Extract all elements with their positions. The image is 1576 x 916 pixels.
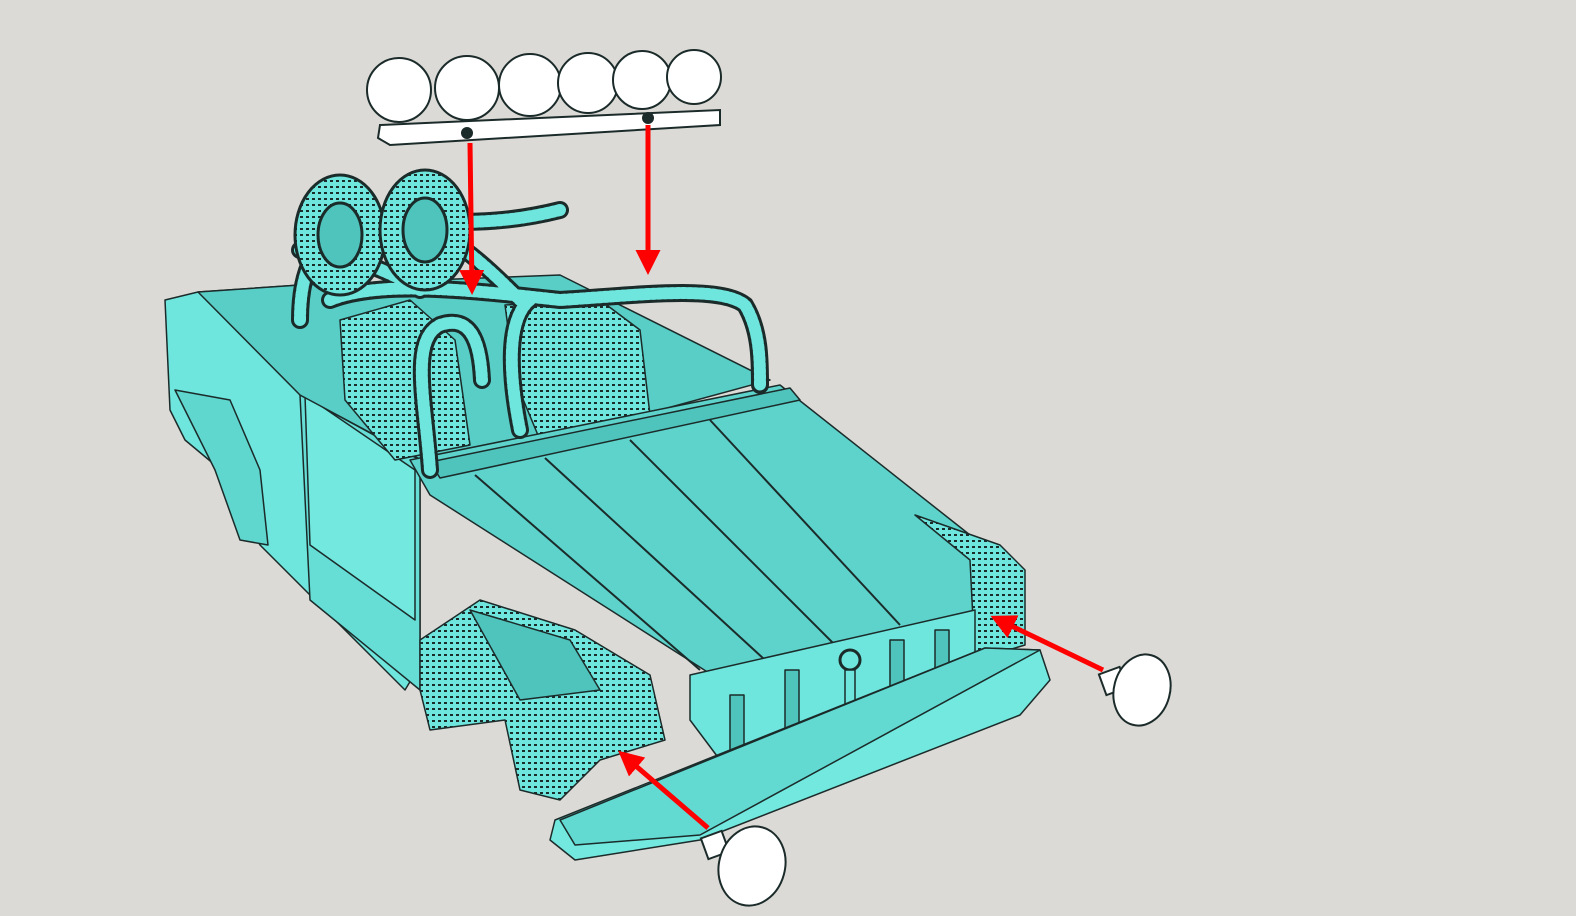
front-left-fender — [419, 599, 666, 801]
tow-hook-ring — [838, 648, 862, 672]
left-fog-light[interactable] — [699, 819, 794, 913]
light-bar-lamp-2 — [434, 55, 500, 121]
right-fog-light[interactable] — [1097, 648, 1178, 732]
right-fog-light-lens — [1112, 653, 1172, 727]
modeling-viewport[interactable] — [0, 0, 1576, 916]
light-bar-lamp-6 — [666, 49, 722, 105]
roof-light-bar[interactable] — [366, 49, 722, 147]
light-bar-lamp-1 — [366, 57, 432, 123]
light-bar-lamp-4 — [557, 52, 619, 114]
vehicle-body[interactable] — [164, 274, 1051, 861]
assembly-diagram — [164, 49, 1178, 913]
light-bar-lamp-3 — [498, 53, 562, 117]
light-bar-base — [376, 108, 721, 147]
light-bar-lamp-5 — [612, 50, 672, 110]
light-bar-mount-arrow-left — [459, 142, 485, 295]
